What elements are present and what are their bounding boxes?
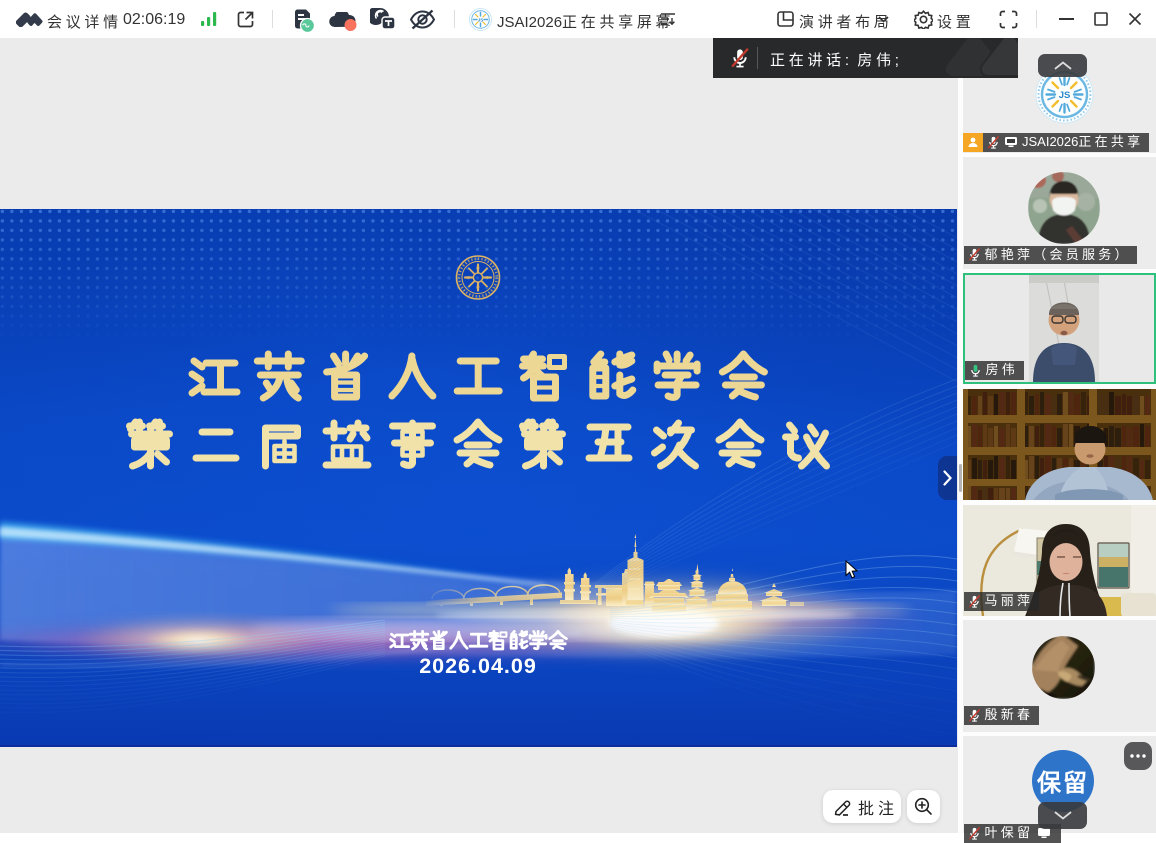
- svg-text:JS: JS: [1059, 90, 1071, 101]
- svg-text:JS: JS: [478, 17, 484, 22]
- svg-text:2026.04.09: 2026.04.09: [419, 654, 537, 678]
